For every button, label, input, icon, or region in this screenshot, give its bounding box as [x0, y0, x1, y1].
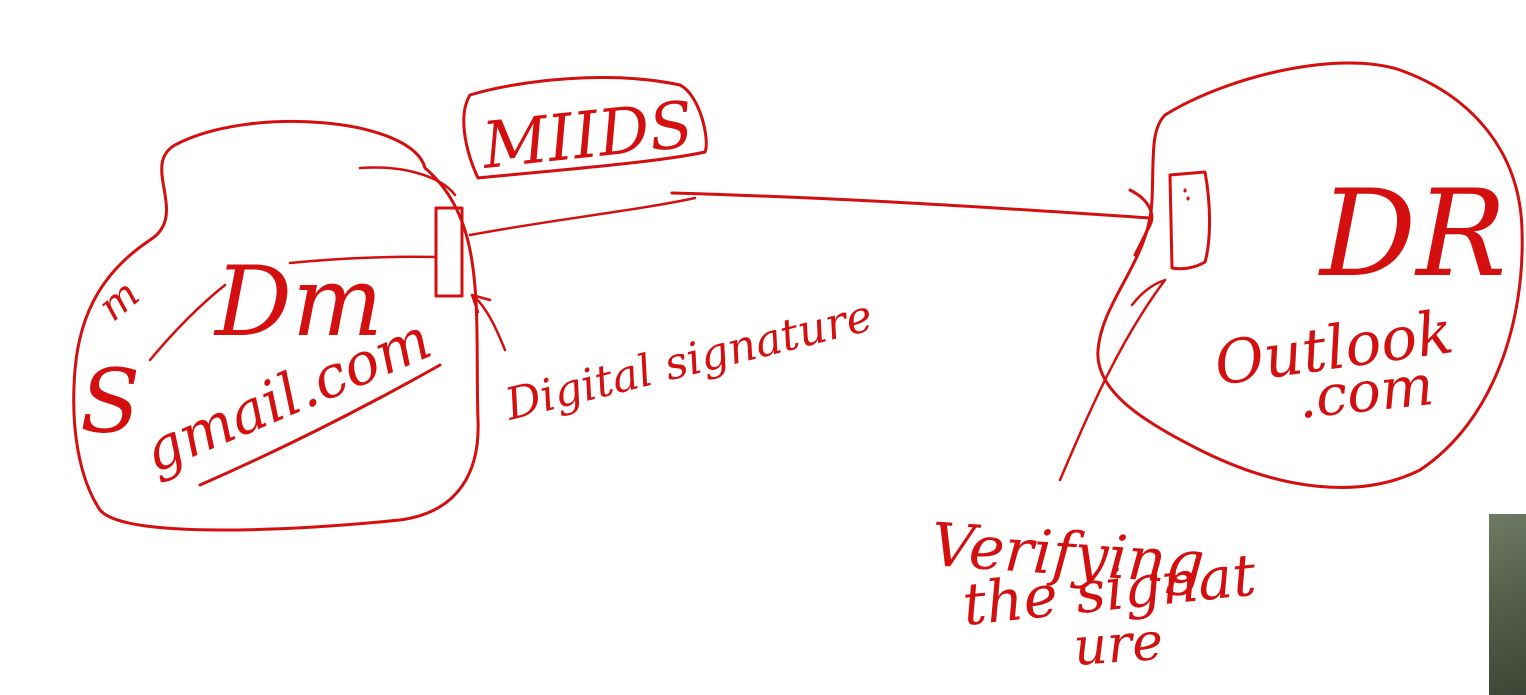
verifying-pointer — [1058, 278, 1167, 482]
receiver-node-label: DR — [1318, 165, 1507, 304]
receiver-domain-label-line2: .com — [1295, 353, 1437, 432]
receiver-box-dots — [1183, 188, 1190, 201]
label-layer: Dm S m gmail.com MIIDS Digital signature… — [80, 88, 1507, 678]
sender-signature-box — [434, 206, 464, 298]
sender-badge-label: m — [90, 271, 149, 331]
sender-cloud-overstroke — [358, 166, 457, 197]
sender-sign-label: S — [80, 350, 140, 453]
sender-s-to-d-line — [148, 283, 227, 362]
transfer-arrow — [670, 191, 1152, 220]
receiver-signature-box — [1168, 170, 1211, 271]
whiteboard: Dm S m gmail.com MIIDS Digital signature… — [72, 61, 1524, 678]
left-connector — [468, 196, 697, 237]
webcam-thumbnail — [1489, 514, 1526, 695]
digital-signature-label: Digital signature — [499, 290, 877, 431]
verifying-label-line3: ure — [1072, 612, 1165, 678]
protocol-label: MIIDS — [478, 88, 697, 184]
